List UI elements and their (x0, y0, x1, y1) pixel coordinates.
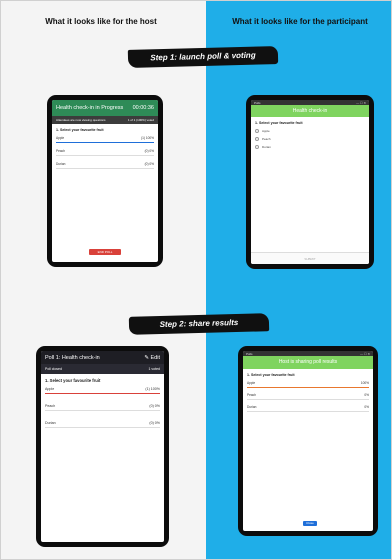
poll-vote-count: 1 of 1 (100%) voted (127, 118, 154, 122)
radio-button-icon[interactable] (255, 137, 259, 141)
option-line: Apple (1) 100% (56, 136, 154, 140)
result-bar-fill (56, 142, 154, 143)
options-list: Apple (1) 100% Peach (0) 0% Durian (0) 0% (41, 385, 164, 428)
infographic: What it looks like for the host What it … (0, 0, 392, 560)
radio-button-icon[interactable] (255, 129, 259, 133)
option-row: Apple (1) 100% (41, 385, 164, 394)
option-line: Apple (1) 100% (45, 387, 160, 391)
step-2-banner: Step 2: share results (128, 313, 270, 335)
host-results-screen: Poll 1: Health check-in ✎ Edit Poll clos… (41, 351, 164, 542)
result-bar-track (247, 399, 369, 400)
result-bar-track (45, 410, 160, 411)
poll-header: Health check-in in Progress 00:00:36 (52, 100, 158, 116)
edit-button[interactable]: ✎ Edit (144, 355, 160, 361)
participant-column-heading: What it looks like for the participant (232, 17, 368, 26)
option-label: Apple (45, 387, 55, 391)
radio-button-icon[interactable] (255, 145, 259, 149)
option-line: Durian 0% (247, 405, 369, 409)
window-controls[interactable]: — ☐ ✕ (356, 101, 366, 105)
poll-header: Poll 1: Health check-in ✎ Edit (41, 351, 164, 364)
host-results-tablet: Poll 1: Health check-in ✎ Edit Poll clos… (36, 346, 169, 547)
option-result: 100% (360, 381, 369, 385)
question-text: 1. Select your favourite fruit (45, 378, 101, 383)
option-label: Durian (56, 162, 66, 166)
option-label: Peach (56, 149, 66, 153)
poll-header: Health check-in (251, 105, 369, 117)
participant-voting-screen: Polls — ☐ ✕ Health check-in 1. Select yo… (251, 100, 369, 264)
close-button[interactable]: Close (303, 521, 317, 526)
option-line: Durian (0) 0% (56, 162, 154, 166)
option-result: (0) 0% (144, 149, 154, 153)
option-row: Peach (0) 0% (41, 402, 164, 411)
option-row: Durian (0) 0% (52, 160, 158, 169)
option-result: 0% (364, 405, 369, 409)
option-result: (0) 0% (149, 404, 160, 408)
result-bar-track (45, 427, 160, 428)
poll-timer: 00:00:36 (132, 105, 154, 111)
option-radio-row[interactable]: Durian (251, 143, 369, 151)
option-result: 0% (364, 393, 369, 397)
window-title: Polls (246, 351, 253, 356)
poll-title: Health check-in in Progress (56, 105, 124, 111)
result-bar-track (247, 387, 369, 388)
poll-status-text: Poll closed (45, 367, 62, 371)
option-line: Peach 0% (247, 393, 369, 397)
question-text: 1. Select your favourite fruit (247, 373, 295, 377)
option-line: Peach (0) 0% (45, 404, 160, 408)
option-row: Peach (0) 0% (52, 147, 158, 156)
result-bar-track (56, 155, 154, 156)
options-list: Apple (1) 100% Peach (0) 0% Durian (0) 0% (52, 134, 158, 169)
options-list: Apple 100% Peach 0% Durian 0% (243, 379, 373, 412)
participant-voting-tablet: Polls — ☐ ✕ Health check-in 1. Select yo… (246, 95, 374, 269)
option-line: Apple 100% (247, 381, 369, 385)
results-header: Host is sharing poll results (243, 356, 373, 369)
poll-status-bar: Poll closed 1 voted (41, 364, 164, 374)
result-bar-track (56, 168, 154, 169)
option-label: Apple (56, 136, 65, 140)
option-line: Peach (0) 0% (56, 149, 154, 153)
option-row: Apple (1) 100% (52, 134, 158, 143)
participant-results-screen: Polls — ☐ ✕ Host is sharing poll results… (243, 351, 373, 531)
option-label: Durian (247, 405, 257, 409)
poll-status-text: Attendees are now viewing questions (56, 118, 106, 122)
option-result: (1) 100% (145, 387, 160, 391)
window-title: Polls (254, 100, 261, 105)
result-bar-fill (247, 387, 369, 388)
option-radio-row[interactable]: Apple (251, 127, 369, 135)
option-result: (0) 0% (144, 162, 154, 166)
submit-button[interactable]: SUBMIT (251, 252, 369, 264)
poll-title: Poll 1: Health check-in (45, 354, 100, 361)
option-result: (0) 0% (149, 421, 160, 425)
option-label: Peach (262, 137, 271, 141)
host-voting-screen: Health check-in in Progress 00:00:36 Att… (52, 100, 158, 262)
option-row: Peach 0% (243, 391, 373, 400)
option-row: Apple 100% (243, 379, 373, 388)
question-text: 1. Select your favourite fruit (56, 128, 104, 132)
option-row: Durian (0) 0% (41, 419, 164, 428)
option-label: Durian (262, 145, 271, 149)
question-text: 1. Select your favourite fruit (255, 121, 303, 125)
option-label: Peach (247, 393, 257, 397)
poll-status-bar: Attendees are now viewing questions 1 of… (52, 116, 158, 124)
option-row: Durian 0% (243, 403, 373, 412)
poll-vote-count: 1 voted (148, 367, 160, 371)
result-bar-fill (45, 393, 160, 394)
option-label: Apple (262, 129, 270, 133)
end-poll-button[interactable]: END POLL (89, 249, 121, 255)
host-column-heading: What it looks like for the host (45, 17, 157, 26)
participant-results-tablet: Polls — ☐ ✕ Host is sharing poll results… (238, 346, 378, 536)
option-line: Durian (0) 0% (45, 421, 160, 425)
option-label: Peach (45, 404, 56, 408)
result-bar-track (56, 142, 154, 143)
host-voting-tablet: Health check-in in Progress 00:00:36 Att… (47, 95, 163, 267)
option-label: Durian (45, 421, 56, 425)
option-label: Apple (247, 381, 256, 385)
result-bar-track (247, 411, 369, 412)
option-result: (1) 100% (141, 136, 154, 140)
window-controls[interactable]: — ☐ ✕ (360, 352, 370, 356)
options-list: Apple Peach Durian (251, 127, 369, 151)
option-radio-row[interactable]: Peach (251, 135, 369, 143)
result-bar-track (45, 393, 160, 394)
